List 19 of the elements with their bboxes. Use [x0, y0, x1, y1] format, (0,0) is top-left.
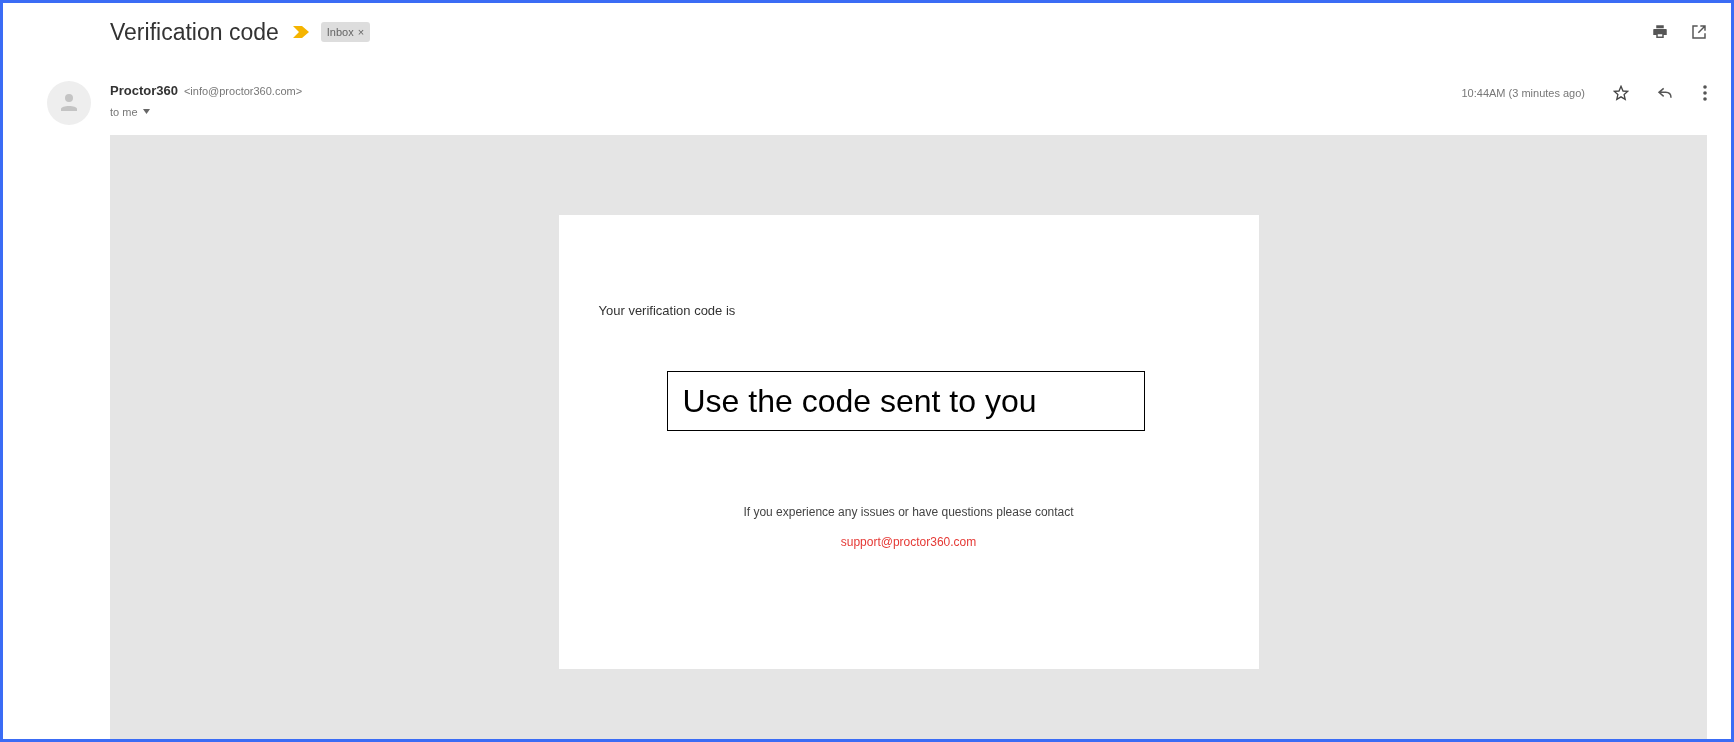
sender-email: <info@proctor360.com> — [183, 84, 303, 99]
star-icon[interactable] — [1613, 85, 1629, 101]
print-icon[interactable] — [1651, 23, 1669, 41]
remove-label-button[interactable]: × — [357, 23, 365, 41]
reply-icon[interactable] — [1657, 85, 1673, 101]
support-email-link[interactable]: support@proctor360.com — [840, 533, 977, 551]
label-chip[interactable]: Inbox × — [320, 21, 371, 43]
sender-name: Proctor360 — [110, 82, 178, 100]
importance-marker-icon[interactable] — [292, 26, 309, 38]
more-options-icon[interactable] — [1703, 85, 1707, 101]
contact-text: If you experience any issues or have questions please contact — [742, 504, 1075, 521]
open-in-new-window-icon[interactable] — [1691, 24, 1707, 40]
timestamp: 10:44AM (3 minutes ago) — [1461, 86, 1585, 101]
recipients-dropdown[interactable]: to me — [110, 103, 303, 120]
avatar-icon — [47, 81, 91, 125]
annotation-box: Use the code sent to you — [666, 371, 1145, 431]
email-subject: Verification code — [110, 17, 279, 47]
intro-text: Your verification code is — [598, 302, 736, 320]
caret-icon — [142, 109, 150, 115]
